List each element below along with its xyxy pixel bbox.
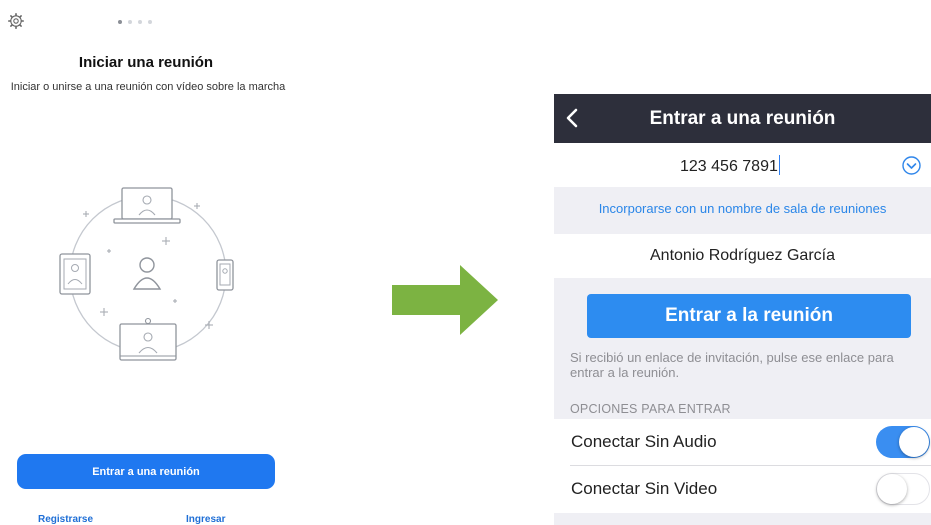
no-video-toggle[interactable] bbox=[876, 473, 930, 505]
join-meeting-screen: Entrar a una reunión 123 456 7891 Incorp… bbox=[554, 94, 931, 525]
meeting-id-value[interactable]: 123 456 7891 bbox=[680, 155, 781, 176]
login-link[interactable]: Ingresar bbox=[186, 514, 225, 525]
gear-icon[interactable] bbox=[8, 13, 24, 29]
page-subtitle: Iniciar o unirse a una reunión con vídeo… bbox=[10, 81, 286, 93]
page-dot[interactable] bbox=[128, 20, 132, 24]
invitation-hint: Si recibió un enlace de invitación, puls… bbox=[570, 350, 894, 380]
display-name-field[interactable]: Antonio Rodríguez García bbox=[554, 234, 931, 278]
desktop-icon bbox=[119, 317, 177, 361]
navigation-header: Entrar a una reunión bbox=[554, 94, 931, 143]
page-dot[interactable] bbox=[148, 20, 152, 24]
phone-icon bbox=[216, 259, 234, 291]
no-audio-toggle[interactable] bbox=[876, 426, 930, 458]
join-meeting-button[interactable]: Entrar a la reunión bbox=[587, 294, 911, 338]
meeting-id-field[interactable]: 123 456 7891 bbox=[554, 143, 931, 187]
page-dot[interactable] bbox=[138, 20, 142, 24]
register-link[interactable]: Registrarse bbox=[38, 514, 93, 525]
chevron-down-circle-icon[interactable] bbox=[902, 156, 921, 175]
option-no-video: Conectar Sin Video bbox=[554, 466, 931, 512]
page-title: Iniciar una reunión bbox=[78, 54, 214, 71]
page-indicator[interactable] bbox=[118, 20, 152, 24]
laptop-icon bbox=[113, 187, 181, 224]
join-meeting-button[interactable]: Entrar a una reunión bbox=[17, 454, 275, 489]
section-title: OPCIONES PARA ENTRAR bbox=[570, 402, 731, 416]
option-no-audio: Conectar Sin Audio bbox=[554, 419, 931, 466]
option-label: Conectar Sin Video bbox=[571, 479, 718, 498]
page-title: Entrar a una reunión bbox=[649, 108, 836, 129]
join-options-list: Conectar Sin Audio Conectar Sin Video bbox=[554, 419, 931, 513]
display-name-value[interactable]: Antonio Rodríguez García bbox=[554, 234, 931, 278]
room-name-link[interactable]: Incorporarse con un nombre de sala de re… bbox=[554, 201, 931, 216]
text-cursor bbox=[778, 155, 781, 175]
arrow-right-icon bbox=[392, 265, 498, 335]
option-label: Conectar Sin Audio bbox=[571, 432, 717, 451]
start-meeting-screen: Iniciar una reunión Iniciar o unirse a u… bbox=[0, 0, 295, 525]
meeting-devices-illustration bbox=[59, 187, 234, 361]
toggle-knob bbox=[899, 427, 929, 457]
user-icon bbox=[132, 257, 162, 290]
tablet-icon bbox=[59, 253, 91, 295]
toggle-knob bbox=[877, 474, 907, 504]
page-dot-active[interactable] bbox=[118, 20, 122, 24]
